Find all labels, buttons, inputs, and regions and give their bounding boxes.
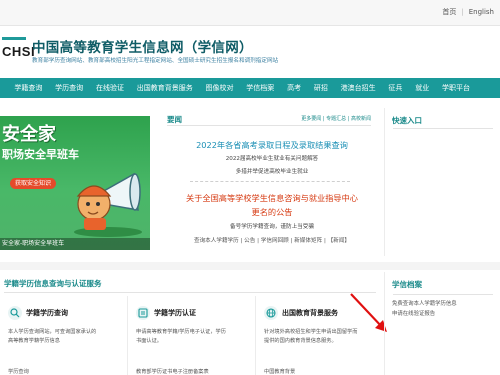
top-links: 首页 | English xyxy=(442,7,494,17)
news-item-jiuye-measures[interactable]: 多措并举促进高校毕业生就业 xyxy=(167,167,377,175)
nav-item-zhengbing[interactable]: 征兵 xyxy=(382,83,409,93)
quick-entry-title: 快速入口 xyxy=(392,116,422,125)
services-divider xyxy=(4,292,376,293)
archive-desc: 免费查询本人学籍学历信息 申请在线验证报告 xyxy=(392,299,457,319)
news-item-fraud-warning[interactable]: 备号学历学籍查询，谨防上当受骗 xyxy=(167,222,377,230)
news-headline-rename-1[interactable]: 关于全国高等学校学生信息咨询与就业指导中心 xyxy=(167,192,377,204)
service-card-desc-line: 申请高等教育学籍/学历电子认证，学历 xyxy=(136,329,226,335)
service-card-desc: 本人学历查询网站，可查询国家承认的 高等教育学籍学历信息 xyxy=(8,328,96,346)
service-card-desc-line: 提供的国内教育背景信息服务。 xyxy=(264,338,337,344)
service-card-certify[interactable]: 学籍学历认证 申请高等教育学籍/学历电子认证，学历 书面认证。 教育部学历证书电… xyxy=(132,296,256,375)
logo-accent-bar xyxy=(2,37,26,40)
globe-icon xyxy=(264,306,278,320)
archive-divider xyxy=(393,294,493,295)
banner-button[interactable]: 获取安全知识 xyxy=(10,178,56,189)
search-icon xyxy=(8,306,22,320)
quick-entry-divider xyxy=(393,128,493,129)
site-subtitle: 教育部学历查询网站、教育部高校招生阳光工程指定网站、全国硕士研究生招生报名和调剂… xyxy=(32,58,279,64)
news-headline-rename-2[interactable]: 更名的公告 xyxy=(167,206,377,218)
quick-entry-panel xyxy=(384,108,500,256)
service-card-link[interactable]: 中国教育背景 xyxy=(264,368,295,375)
service-card-title: 学籍学历查询 xyxy=(26,309,68,317)
nav-item-gaokao[interactable]: 高考 xyxy=(281,83,308,93)
top-separator: | xyxy=(461,8,464,16)
service-card-desc-line: 高等教育学籍学历信息 xyxy=(8,338,60,344)
site-title: 中国高等教育学生信息网（学信网） xyxy=(32,40,253,56)
service-card-desc-line: 书面认证。 xyxy=(136,338,162,344)
news-more-links[interactable]: 更多要闻 | 专题汇总 | 高校新闻 xyxy=(301,115,371,122)
nav-item-archive[interactable]: 学信档案 xyxy=(240,83,281,93)
promo-banner[interactable]: 安全家 职场安全早班车 获取安全知识 安全家-职场安全早班车 xyxy=(0,116,150,250)
service-card-desc: 针对境外高校招生和学生申请出国留学而 提供的国内教育背景信息服务。 xyxy=(264,328,357,346)
news-headline-gaokao[interactable]: 2022年各省高考录取日程及录取结果查询 xyxy=(167,139,377,151)
news-item-jiuye-answers[interactable]: 2022届高校毕业生就业有关问题解答 xyxy=(167,154,377,162)
section-gap xyxy=(0,262,500,270)
nav-item-verify[interactable]: 在线验证 xyxy=(90,83,131,93)
service-card-title: 出国教育背景服务 xyxy=(282,309,338,317)
archive-title[interactable]: 学信档案 xyxy=(392,279,422,290)
archive-desc-line: 免费查询本人学籍学历信息 xyxy=(392,301,457,307)
services-title: 学籍学历信息查询与认证服务 xyxy=(4,279,102,288)
service-card-desc-line: 本人学历查询网站，可查询国家承认的 xyxy=(8,329,97,335)
service-card-link[interactable]: 学历查询 xyxy=(8,368,29,375)
news-quick-links[interactable]: 查询本人学籍学历 | 公告 | 学信网回顾 | 新媒体矩阵 | 【新闻】 xyxy=(167,236,377,244)
service-card-desc: 申请高等教育学籍/学历电子认证，学历 书面认证。 xyxy=(136,328,226,346)
certificate-icon xyxy=(136,306,150,320)
news-tab-label[interactable]: 要闻 xyxy=(167,114,182,125)
news-divider xyxy=(190,181,350,182)
nav-item-abroad[interactable]: 出国教育背景服务 xyxy=(130,83,199,93)
nav-item-photo[interactable]: 图像校对 xyxy=(199,83,240,93)
megaphone-mascot-icon xyxy=(74,172,142,237)
nav-item-gangaotai[interactable]: 港澳台招生 xyxy=(334,83,382,93)
english-link[interactable]: English xyxy=(469,8,494,16)
archive-desc-line[interactable]: 申请在线验证报告 xyxy=(392,309,457,319)
service-card-link[interactable]: 教育部学历证书电子注册备案表 xyxy=(136,368,209,375)
banner-title: 安全家 xyxy=(2,124,56,145)
banner-subtitle: 职场安全早班车 xyxy=(2,148,79,161)
news-tab-bar: 要闻 更多要闻 | 专题汇总 | 高校新闻 xyxy=(167,112,371,126)
top-utility-bar: 首页 | English xyxy=(0,0,500,26)
nav-item-xueli[interactable]: 学历查询 xyxy=(49,83,90,93)
main-nav: 学籍查询 学历查询 在线验证 出国教育背景服务 图像校对 学信档案 高考 研招 … xyxy=(0,78,500,98)
nav-item-xuezhi[interactable]: 学职平台 xyxy=(436,83,477,93)
service-card-title: 学籍学历认证 xyxy=(154,309,196,317)
service-card-desc-line: 针对境外高校招生和学生申请出国留学而 xyxy=(264,329,358,335)
nav-item-jiuye[interactable]: 就业 xyxy=(409,83,436,93)
site-header: CHSI 中国高等教育学生信息网（学信网） 教育部学历查询网站、教育部高校招生阳… xyxy=(0,26,500,78)
home-link[interactable]: 首页 xyxy=(442,7,456,17)
services-header: 学籍学历信息查询与认证服务 xyxy=(0,276,380,290)
nav-item-xueji[interactable]: 学籍查询 xyxy=(8,83,49,93)
service-card-query[interactable]: 学籍学历查询 本人学历查询网站，可查询国家承认的 高等教育学籍学历信息 学历查询 xyxy=(4,296,128,375)
chsi-logo[interactable]: CHSI xyxy=(2,37,36,59)
banner-caption: 安全家-职场安全早班车 xyxy=(0,238,150,250)
logo-text: CHSI xyxy=(2,44,36,59)
nav-item-yanzhao[interactable]: 研招 xyxy=(307,83,334,93)
